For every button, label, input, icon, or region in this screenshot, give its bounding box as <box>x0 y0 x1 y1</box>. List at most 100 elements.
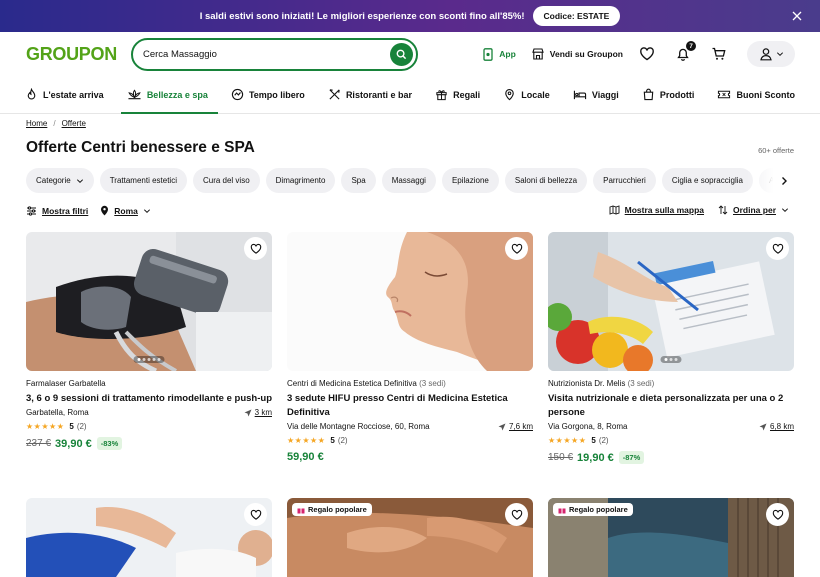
chips-next-button[interactable] <box>773 170 794 191</box>
deal-image[interactable] <box>26 232 272 371</box>
notifications-button[interactable]: 7 <box>675 41 696 62</box>
deal-image[interactable]: Regalo popolare <box>287 498 533 577</box>
favorite-button[interactable] <box>766 503 789 526</box>
search-input[interactable] <box>143 49 373 60</box>
nav-item-regali[interactable]: Regali <box>435 76 480 114</box>
chip-massaggi[interactable]: Massaggi <box>381 168 436 193</box>
sort-label: Ordina per <box>733 205 776 215</box>
rating-value: 5 <box>69 422 74 431</box>
deal-card[interactable]: Regalo popolare <box>287 498 533 577</box>
chevron-right-icon <box>781 176 787 185</box>
chip-parrucchieri[interactable]: Parrucchieri <box>593 168 656 193</box>
deal-card[interactable] <box>26 498 272 577</box>
bed-icon <box>573 90 586 100</box>
deal-image[interactable] <box>287 232 533 371</box>
chip-label: Cura del viso <box>202 176 250 185</box>
chip-categorie[interactable]: Categorie <box>26 168 94 193</box>
phone-icon <box>483 47 493 61</box>
distance-link[interactable]: 7,6 km <box>498 422 533 431</box>
breadcrumb-current[interactable]: Offerte <box>62 119 86 128</box>
navigation-icon <box>244 409 252 416</box>
cart-icon <box>712 47 726 60</box>
favorite-button[interactable] <box>244 503 267 526</box>
popular-gift-badge: Regalo popolare <box>553 503 633 516</box>
deal-card[interactable]: Nutrizionista Dr. Melis (3 sedi) Visita … <box>548 232 794 464</box>
discount-badge: -83% <box>96 437 123 450</box>
chip-label: Parrucchieri <box>603 176 646 185</box>
nav-item-viaggi[interactable]: Viaggi <box>573 76 619 114</box>
user-menu[interactable] <box>747 41 795 67</box>
merchant-label: Centri di Medicina Estetica Definitiva <box>287 379 417 388</box>
heart-icon <box>250 243 261 254</box>
chip-dimagrimento[interactable]: Dimagrimento <box>265 168 336 193</box>
notification-badge: 7 <box>686 41 696 51</box>
nav-item-ristoranti[interactable]: Ristoranti e bar <box>328 76 412 114</box>
city-selector[interactable]: Roma <box>100 205 156 216</box>
body-treatment-photo <box>26 232 272 371</box>
breadcrumb-separator: / <box>53 119 56 128</box>
sell-link[interactable]: Vendi su Groupon <box>532 48 623 60</box>
chip-trattamenti-estetici[interactable]: Trattamenti estetici <box>99 168 187 193</box>
original-price: 237 € <box>26 438 52 449</box>
show-filters-button[interactable]: Mostra filtri <box>26 206 88 216</box>
deal-image[interactable] <box>548 232 794 371</box>
distance-link[interactable]: 3 km <box>244 408 272 417</box>
deal-card[interactable]: Regalo popolare <box>548 498 794 577</box>
favorite-button[interactable] <box>766 237 789 260</box>
nav-label: Buoni Sconto <box>736 89 795 100</box>
favorite-button[interactable] <box>244 237 267 260</box>
nav-item-buoni-sconto[interactable]: Buoni Sconto <box>717 76 795 114</box>
chip-epilazione[interactable]: Epilazione <box>441 168 499 193</box>
deal-title[interactable]: Visita nutrizionale e dieta personalizza… <box>548 392 794 420</box>
star-rating: ★★★★★ <box>26 422 65 431</box>
navigation-icon <box>498 423 506 430</box>
app-link[interactable]: App <box>483 47 516 61</box>
cart-button[interactable] <box>711 46 727 62</box>
location-row: Via delle Montagne Rocciose, 60, Roma 7,… <box>287 422 533 431</box>
app-label: App <box>499 49 516 59</box>
favorite-button[interactable] <box>505 237 528 260</box>
show-map-button[interactable]: Mostra sulla mappa <box>609 205 704 215</box>
deal-price: 39,90 € <box>55 437 92 450</box>
image-carousel-dots[interactable] <box>133 356 165 363</box>
deal-card[interactable]: Farmalaser Garbatella 3, 6 o 9 sessioni … <box>26 232 272 450</box>
nav-item-tempo-libero[interactable]: Tempo libero <box>231 76 305 114</box>
badge-label: Regalo popolare <box>308 505 367 514</box>
deal-title[interactable]: 3 sedute HIFU presso Centri di Medicina … <box>287 392 533 420</box>
chip-label: Categorie <box>36 176 71 185</box>
breadcrumb-home[interactable]: Home <box>26 119 47 128</box>
nav-item-locale[interactable]: Locale <box>503 76 550 114</box>
chip-cura-del-viso[interactable]: Cura del viso <box>192 168 260 193</box>
deal-card[interactable]: Centri di Medicina Estetica Definitiva (… <box>287 232 533 463</box>
chip-ciglia-e-sopracciglia[interactable]: Ciglia e sopracciglia <box>661 168 753 193</box>
close-icon[interactable] <box>792 11 802 21</box>
wishlist-button[interactable] <box>639 46 655 62</box>
deal-image[interactable]: Regalo popolare <box>548 498 794 577</box>
header: GROUPON App Vendi su Groupon 7 <box>0 32 820 76</box>
gift-icon <box>297 508 305 513</box>
activity-icon <box>231 88 244 101</box>
search-button[interactable] <box>390 43 413 66</box>
image-carousel-dots[interactable] <box>660 356 682 363</box>
filters-right: Mostra sulla mappa Ordina per <box>595 205 794 215</box>
review-count: (2) <box>76 422 87 431</box>
distance-link[interactable]: 6,8 km <box>759 422 794 431</box>
chip-saloni-di-bellezza[interactable]: Saloni di bellezza <box>504 168 588 193</box>
promo-code-button[interactable]: Codice: ESTATE <box>532 6 621 26</box>
favorite-button[interactable] <box>505 503 528 526</box>
distance-label: 6,8 km <box>769 422 794 431</box>
nav-item-prodotti[interactable]: Prodotti <box>642 76 694 114</box>
bag-icon <box>643 88 654 101</box>
pin-icon <box>101 205 109 216</box>
nav-item-estate[interactable]: L'estate arriva <box>25 76 104 114</box>
deal-title[interactable]: 3, 6 o 9 sessioni di trattamento rimodel… <box>26 392 272 406</box>
groupon-logo[interactable]: GROUPON <box>26 44 132 65</box>
distance-label: 3 km <box>254 408 272 417</box>
star-rating: ★★★★★ <box>548 436 587 445</box>
sort-button[interactable]: Ordina per <box>718 205 794 215</box>
location-row: Via Gorgona, 8, Roma 6,8 km <box>548 422 794 431</box>
nav-item-bellezza[interactable]: Bellezza e spa <box>120 76 218 114</box>
chip-spa[interactable]: Spa <box>341 168 376 193</box>
rating-value: 5 <box>591 436 596 445</box>
deal-image[interactable] <box>26 498 272 577</box>
